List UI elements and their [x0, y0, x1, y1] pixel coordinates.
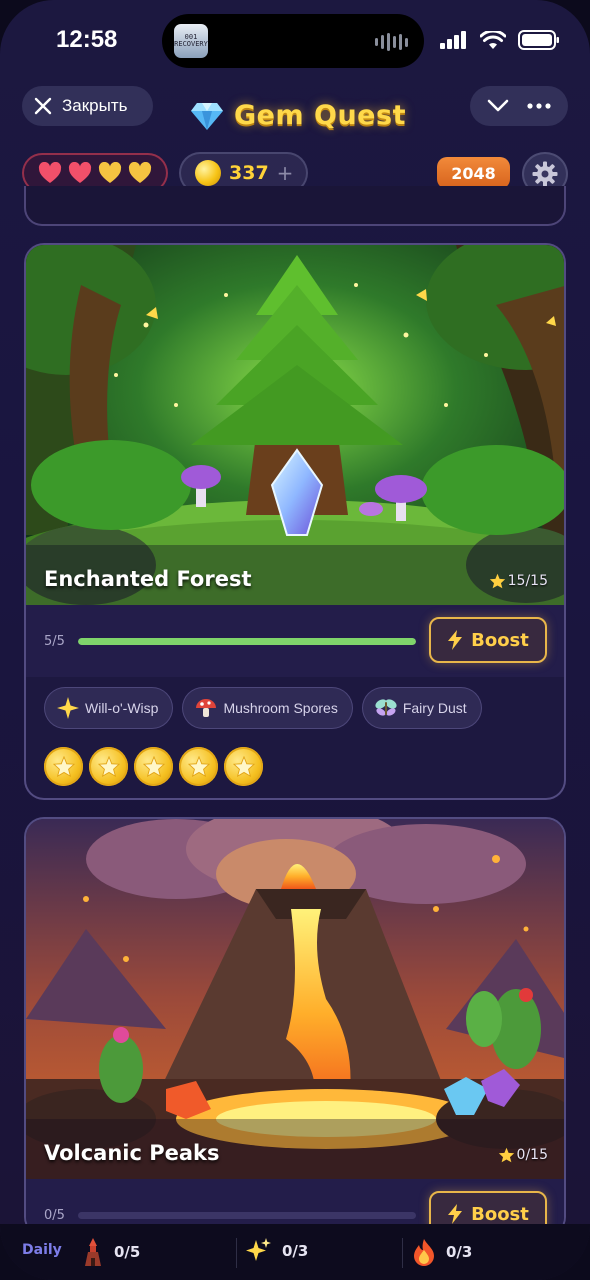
star-icon [489, 573, 505, 589]
chip-fairy-dust[interactable]: Fairy Dust [361, 687, 482, 729]
world-stars-text: 0/15 [516, 1147, 548, 1163]
world-stars-text: 15/15 [507, 573, 548, 589]
chip-label: Mushroom Spores [223, 700, 338, 716]
world-card-volcanic-peaks[interactable]: Volcanic Peaks 0/15 0/5 Boost [24, 817, 566, 1237]
heart-icon [68, 162, 92, 183]
gear-icon [532, 161, 558, 187]
world-progress-row: 5/5 Boost [26, 605, 564, 677]
score-badge: 2048 [437, 157, 510, 189]
star-icon [498, 1147, 514, 1163]
world-star-count: 0/15 [498, 1147, 548, 1163]
earned-stars [26, 729, 564, 786]
world-title: Volcanic Peaks [44, 1141, 220, 1165]
power-ups-list: Will-o'-Wisp Mushroom Spores Fairy Dust [26, 677, 564, 729]
mushroom-icon [196, 699, 217, 717]
world-card-enchanted-forest[interactable]: Enchanted Forest 15/15 5/5 Boost Will-o'… [24, 243, 566, 800]
chip-label: Fairy Dust [402, 700, 467, 716]
daily-task[interactable]: 0/3 [246, 1238, 308, 1264]
world-star-count: 15/15 [489, 573, 548, 589]
fire-icon [414, 1239, 434, 1266]
daily-task[interactable]: 0/5 [82, 1238, 140, 1266]
progress-label: 0/5 [44, 1207, 65, 1223]
diamond-icon [191, 102, 223, 130]
boost-button[interactable]: Boost [429, 617, 547, 663]
dynamic-island: 001 RECOVERY [162, 14, 424, 68]
app-title-text: Gem Quest [234, 100, 406, 131]
world-image-volcano: Volcanic Peaks 0/15 [26, 819, 564, 1179]
menu-pill [470, 86, 568, 126]
wifi-icon [480, 30, 506, 49]
add-coins-button[interactable]: + [277, 161, 294, 185]
earned-star-icon [89, 747, 128, 786]
divider [402, 1238, 403, 1268]
lightning-icon [448, 630, 463, 650]
status-icons [440, 30, 560, 50]
chip-will-o-wisp[interactable]: Will-o'-Wisp [44, 687, 174, 729]
world-title: Enchanted Forest [44, 567, 252, 591]
island-app-icon: 001 RECOVERY [174, 24, 208, 58]
coin-icon [195, 160, 221, 186]
heart-icon [38, 162, 62, 183]
heart-icon [98, 162, 122, 183]
sparkles-icon [246, 1238, 271, 1261]
coin-value: 337 [229, 162, 269, 184]
earned-star-icon [134, 747, 173, 786]
more-icon[interactable] [527, 103, 551, 109]
audio-wave-icon [375, 33, 408, 51]
fairy-icon [375, 699, 397, 716]
earned-star-icon [224, 747, 263, 786]
app-screen: 12:58 001 RECOVERY Закрыть Gem Quest 337… [0, 0, 590, 1280]
previous-world-card [24, 186, 566, 226]
tower-icon [85, 1238, 101, 1266]
lightning-icon [448, 1204, 463, 1224]
chevron-down-icon[interactable] [487, 99, 509, 113]
progress-label: 5/5 [44, 633, 65, 649]
heart-icon [128, 162, 152, 183]
boost-label: Boost [471, 1203, 529, 1225]
close-label: Закрыть [62, 96, 128, 115]
task-value: 0/3 [446, 1243, 473, 1261]
progress-bar [78, 1211, 416, 1219]
close-button[interactable]: Закрыть [22, 86, 153, 126]
status-time: 12:58 [56, 26, 118, 53]
divider [236, 1238, 237, 1268]
task-value: 0/5 [114, 1243, 141, 1261]
daily-tasks-bar: Daily 0/5 0/3 0/3 [0, 1224, 590, 1280]
daily-label[interactable]: Daily [22, 1242, 62, 1258]
task-value: 0/3 [282, 1242, 309, 1260]
close-icon [34, 97, 52, 115]
world-image-forest: Enchanted Forest 15/15 [26, 245, 564, 605]
earned-star-icon [179, 747, 218, 786]
app-title: Gem Quest [190, 100, 406, 131]
daily-task[interactable]: 0/3 [412, 1238, 472, 1266]
earned-star-icon [44, 747, 83, 786]
signal-icon [440, 31, 466, 49]
sparkle-icon [57, 697, 79, 719]
chip-label: Will-o'-Wisp [85, 700, 159, 716]
chip-mushroom-spores[interactable]: Mushroom Spores [182, 687, 353, 729]
progress-fill [78, 637, 416, 645]
battery-icon [518, 30, 559, 50]
boost-label: Boost [471, 629, 529, 651]
progress-bar [78, 637, 416, 645]
